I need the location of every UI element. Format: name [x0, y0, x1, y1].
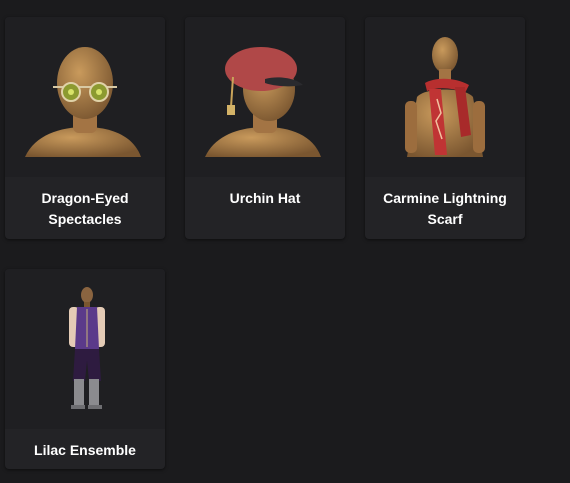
- mannequin-spectacles-icon: [25, 47, 141, 157]
- item-name: Carmine Lightning Scarf: [383, 190, 507, 227]
- item-thumbnail: [5, 269, 165, 429]
- mannequin-hat-icon: [205, 47, 321, 157]
- item-grid: Dragon-Eyed Spectacles Urchin Hat Carmin…: [0, 0, 570, 483]
- item-name: Lilac Ensemble: [34, 442, 136, 458]
- item-thumbnail: [185, 17, 345, 177]
- item-name: Urchin Hat: [229, 190, 301, 206]
- item-card-lilac-ensemble[interactable]: Lilac Ensemble: [5, 269, 165, 469]
- item-thumbnail: [5, 17, 165, 177]
- item-card-dragon-eyed-spectacles[interactable]: Dragon-Eyed Spectacles: [5, 17, 165, 239]
- item-thumbnail: [365, 17, 525, 177]
- mannequin-scarf-icon: [405, 37, 485, 157]
- mannequin-ensemble-icon: [69, 287, 105, 409]
- item-card-urchin-hat[interactable]: Urchin Hat: [185, 17, 345, 239]
- item-name: Dragon-Eyed Spectacles: [41, 190, 129, 227]
- item-card-carmine-lightning-scarf[interactable]: Carmine Lightning Scarf: [365, 17, 525, 239]
